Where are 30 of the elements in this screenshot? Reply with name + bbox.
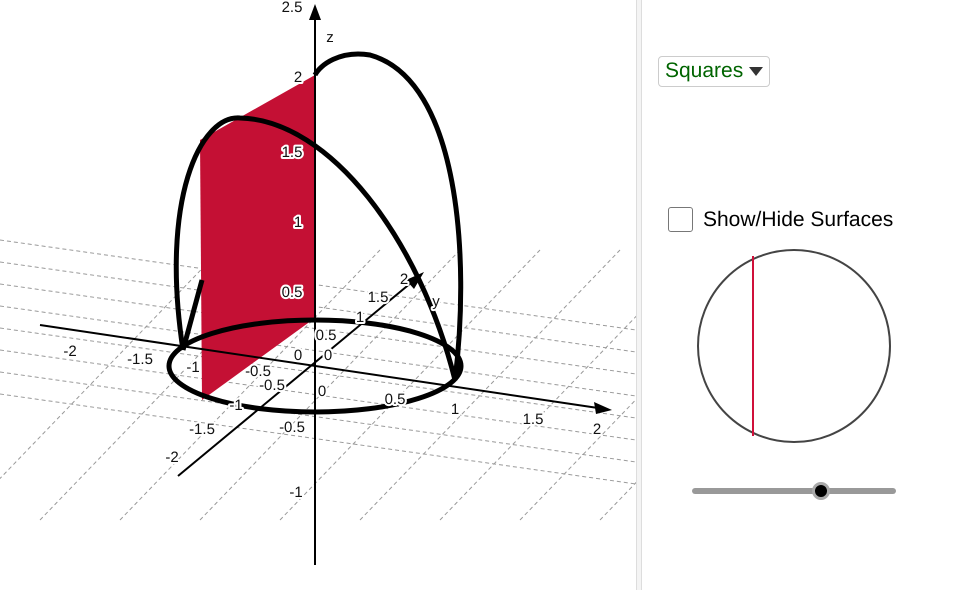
tick-label: -1 (289, 484, 303, 501)
tick-label: 1 (294, 214, 302, 231)
checkbox-label: Show/Hide Surfaces (703, 208, 894, 232)
tick-label: -0.5 (279, 419, 305, 436)
shape-dropdown[interactable]: Squares (658, 56, 770, 87)
tick-label: 0 (294, 347, 302, 364)
caret-icon (749, 66, 764, 76)
tick-label: -0.5 (259, 377, 285, 394)
tick-label: 0.5 (282, 284, 302, 301)
tick-label: -2 (63, 343, 77, 360)
checkbox[interactable] (668, 207, 693, 232)
tick-label: -1.5 (189, 421, 215, 438)
tick-label: 1.5 (368, 289, 388, 306)
tick-label: 2 (294, 69, 302, 86)
tick-label: 1.5 (282, 144, 302, 161)
tick-label: 1 (450, 401, 460, 418)
tick-label: 2.5 (282, 0, 302, 16)
axis-name: y (432, 293, 440, 310)
slider-thumb[interactable] (812, 482, 830, 500)
tick-label: 2 (592, 421, 602, 438)
tick-label: 0.5 (316, 327, 336, 344)
tick-label: 0 (318, 383, 326, 400)
tick-label: 1.5 (522, 411, 544, 428)
tick-label: 2 (400, 271, 408, 288)
tick-label: -1 (186, 359, 200, 376)
tick-label: -1.5 (127, 351, 153, 368)
tick-label: 0 (324, 347, 332, 364)
tick-label: -2 (165, 449, 179, 466)
tick-label: -0.5 (245, 363, 271, 380)
axis-name: z (326, 29, 334, 46)
